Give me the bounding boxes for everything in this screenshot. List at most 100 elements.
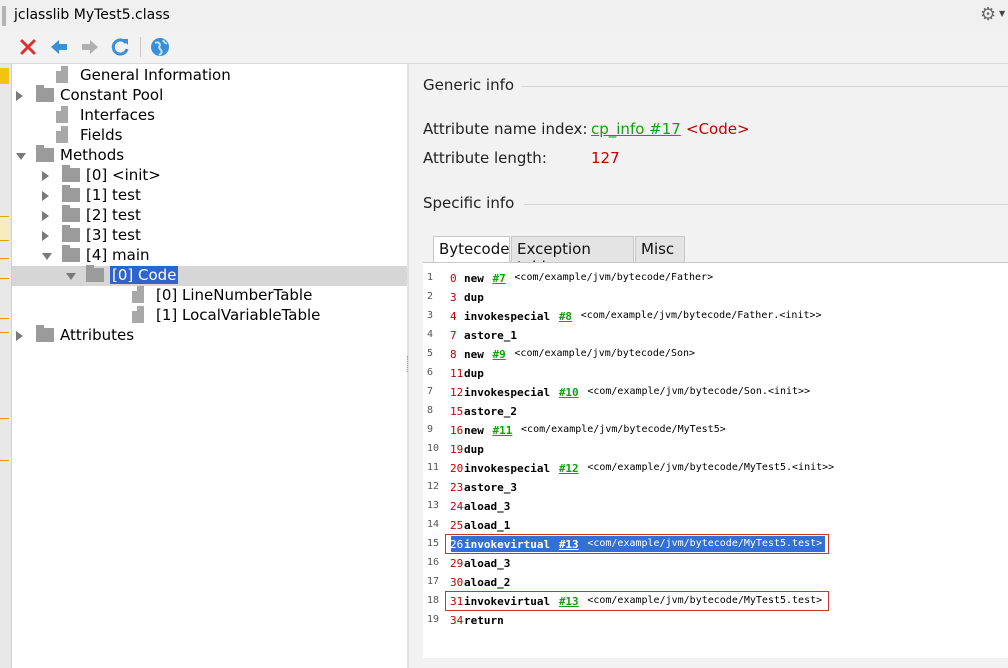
chevron-down-icon[interactable]	[16, 153, 26, 160]
reload-icon	[111, 38, 129, 56]
constant-pool-link[interactable]: #10	[559, 386, 579, 399]
tree-item-label: [1] LocalVariableTable	[156, 306, 321, 324]
line-number: 11	[427, 462, 440, 473]
bytecode-offset: 12	[450, 386, 464, 399]
gutter-line	[0, 278, 9, 279]
tree-item[interactable]: Constant Pool	[16, 85, 392, 106]
bytecode-comment: <com/example/jvm/bytecode/MyTest5>	[521, 424, 726, 435]
specific-info-divider	[524, 204, 1008, 205]
specific-info-heading: Specific info	[423, 194, 515, 212]
constant-pool-link[interactable]: #11	[493, 424, 513, 437]
tree-item-label: Interfaces	[80, 106, 155, 124]
tree-item-label: Attributes	[60, 326, 135, 344]
attribute-name-index-label: Attribute name index:	[423, 120, 588, 138]
toolbar-separator	[140, 37, 141, 57]
folder-icon	[62, 165, 80, 182]
title-bar: jclasslib MyTest5.class ⚙ ▼	[0, 0, 1008, 32]
opcode: astore_1	[464, 329, 517, 342]
bytecode-row[interactable]: 2 3 dup	[423, 288, 1008, 307]
close-button[interactable]	[16, 35, 40, 59]
bytecode-row[interactable]: 7 12 invokespecial #10 <com/example/jvm/byte…	[423, 383, 1008, 402]
tree-item[interactable]: [1] test	[42, 185, 392, 206]
tree-item-label: [1] test	[86, 186, 141, 204]
tree-item[interactable]: [1] LocalVariableTable	[116, 306, 392, 326]
tree-item[interactable]: Methods	[16, 145, 392, 166]
folder-icon	[36, 85, 54, 102]
web-button[interactable]	[148, 35, 172, 59]
chevron-right-icon[interactable]	[42, 211, 49, 221]
chevron-right-icon[interactable]	[16, 91, 23, 101]
chevron-down-icon[interactable]	[42, 253, 52, 260]
tree-item[interactable]: [2] test	[42, 205, 392, 226]
constant-pool-link[interactable]: #12	[559, 462, 579, 475]
tree-item[interactable]: Fields	[40, 126, 392, 146]
opcode: aload_2	[464, 576, 511, 589]
tree-item-label: [4] main	[86, 246, 150, 264]
forward-icon	[82, 40, 98, 54]
tab-misc[interactable]: Misc	[635, 236, 685, 262]
bytecode-row[interactable]: 4 7 astore_1	[423, 326, 1008, 345]
bytecode-row[interactable]: 9 16 new #11 <com/example/jvm/bytecode/MyTes…	[423, 421, 1008, 440]
gutter-marker	[0, 68, 9, 84]
tree-item[interactable]: Interfaces	[40, 106, 392, 126]
folder-icon	[86, 265, 104, 282]
opcode: invokespecial	[464, 310, 551, 323]
constant-pool-link[interactable]: #9	[493, 348, 506, 361]
close-icon	[20, 39, 36, 55]
reload-button[interactable]	[108, 35, 132, 59]
chevron-right-icon[interactable]	[42, 231, 49, 241]
tree-item[interactable]: [0] <init>	[42, 165, 392, 186]
bytecode-row[interactable]: 17 30 aload_2	[423, 573, 1008, 592]
tree-item[interactable]: [0] Code	[66, 265, 392, 286]
bytecode-row[interactable]: 1 0 new #7 <com/example/jvm/bytecode/Father>	[423, 269, 1008, 288]
attribute-length-value: 127	[591, 149, 620, 167]
opcode: aload_3	[464, 500, 511, 513]
bytecode-offset: 19	[450, 443, 464, 456]
constant-pool-link[interactable]: #7	[493, 272, 506, 285]
bytecode-row[interactable]: 6 11 dup	[423, 364, 1008, 383]
tree-item[interactable]: General Information	[40, 66, 392, 86]
bytecode-row[interactable]: 19 34 return	[423, 611, 1008, 630]
cp-info-link[interactable]: cp_info #17	[591, 120, 681, 138]
tab-exception-table[interactable]: Exception table	[511, 236, 634, 276]
constant-pool-link[interactable]: #8	[559, 310, 572, 323]
gutter-line	[0, 460, 9, 461]
back-button[interactable]	[47, 35, 71, 59]
folder-icon	[36, 145, 54, 162]
folder-icon	[62, 205, 80, 222]
bytecode-view[interactable]: 1 0 new #7 <com/example/jvm/bytecode/Father>…	[423, 263, 1008, 658]
chevron-down-icon[interactable]	[66, 273, 76, 280]
bytecode-row[interactable]: 8 15 astore_2	[423, 402, 1008, 421]
tree-item[interactable]: [3] test	[42, 225, 392, 246]
bytecode-row[interactable]: 11 20 invokespecial #12 <com/example/jvm/byt…	[423, 459, 1008, 478]
bytecode-row[interactable]: 13 24 aload_3	[423, 497, 1008, 516]
chevron-right-icon[interactable]	[42, 191, 49, 201]
folder-icon	[36, 325, 54, 342]
bytecode-row[interactable]: 16 29 aload_3	[423, 554, 1008, 573]
tree-item[interactable]: [4] main	[42, 245, 392, 266]
tree-item[interactable]: Attributes	[16, 325, 392, 346]
bytecode-offset: 29	[450, 557, 464, 570]
bytecode-row[interactable]: 5 8 new #9 <com/example/jvm/bytecode/Son>	[423, 345, 1008, 364]
line-number: 2	[427, 291, 434, 302]
attribute-length-label: Attribute length:	[423, 149, 547, 167]
bytecode-row[interactable]: 10 19 dup	[423, 440, 1008, 459]
bytecode-offset: 16	[450, 424, 464, 437]
chevron-right-icon[interactable]	[42, 171, 49, 181]
folder-icon	[62, 225, 80, 242]
bytecode-row[interactable]: 12 23 astore_3	[423, 478, 1008, 497]
tab-bytecode[interactable]: Bytecode	[433, 236, 510, 263]
tree-item-label: [2] test	[86, 206, 141, 224]
bytecode-offset: 20	[450, 462, 464, 475]
generic-info-divider	[521, 86, 1008, 87]
gear-icon[interactable]: ⚙	[980, 4, 996, 25]
chevron-down-icon[interactable]: ▼	[999, 9, 1005, 18]
file-icon	[56, 66, 68, 83]
tree-item[interactable]: [0] LineNumberTable	[116, 286, 392, 306]
opcode: aload_3	[464, 557, 511, 570]
bytecode-row[interactable]: 14 25 aload_1	[423, 516, 1008, 535]
bytecode-row[interactable]: 3 4 invokespecial #8 <com/example/jvm/byteco…	[423, 307, 1008, 326]
chevron-right-icon[interactable]	[16, 331, 23, 341]
line-number: 19	[427, 614, 440, 625]
forward-button[interactable]	[78, 35, 102, 59]
